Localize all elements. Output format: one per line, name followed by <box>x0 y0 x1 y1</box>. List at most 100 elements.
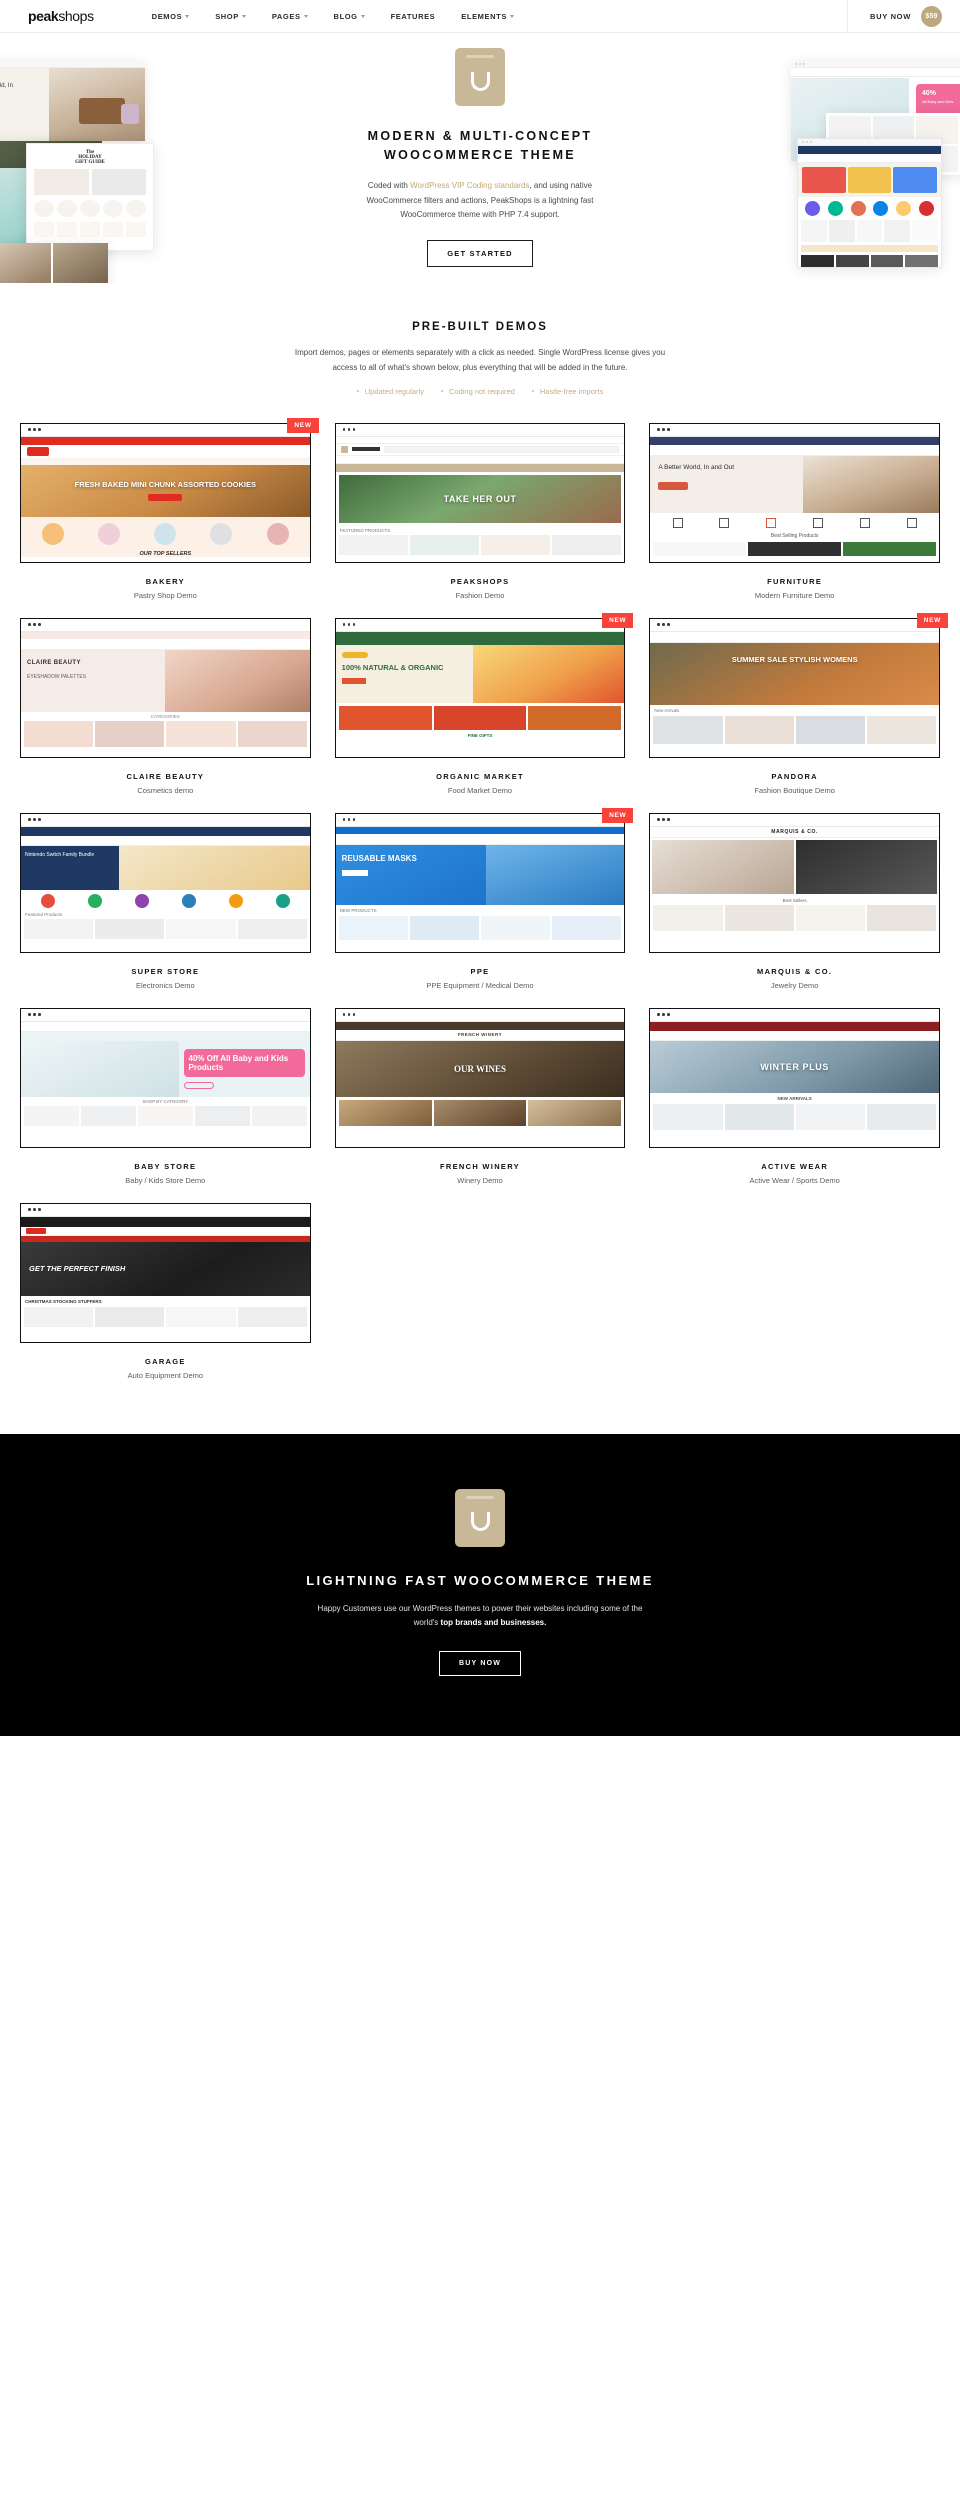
demo-preview-super-store[interactable]: Nintendo Switch Family Bundle Featured P… <box>20 812 311 953</box>
demo-name-garage[interactable]: GARAGE <box>20 1357 311 1366</box>
demo-headline-ppe: REUSABLE MASKS <box>341 853 417 863</box>
demo-card-claire-beauty: CLAIRE BEAUTY EYESHADOW PALETTES CATEGOR… <box>20 617 311 795</box>
header-actions: BUY NOW $59 <box>846 0 960 33</box>
get-started-button[interactable]: GET STARTED <box>427 240 533 268</box>
demo-sub-baby-store: Baby / Kids Store Demo <box>125 1175 206 1185</box>
nav-label-blog: BLOG <box>333 11 358 21</box>
hero-section: A Better World, Inand Out TheHOLIDAYGIFT… <box>0 33 960 283</box>
demo-headline-baby-store: 40% Off All Baby and Kids Products <box>188 1053 289 1072</box>
nav-item-features[interactable]: FEATURES <box>391 12 436 21</box>
demo-card-super-store: Nintendo Switch Family Bundle Featured P… <box>20 812 311 990</box>
demo-preview-peakshops[interactable]: TAKE HER OUT FEATURED PRODUCTS <box>334 422 626 563</box>
demo-name-baby-store[interactable]: BABY STORE <box>20 1162 311 1171</box>
demos-section-title: PRE-BUILT DEMOS <box>412 321 548 333</box>
nav-label-elements: ELEMENTS <box>461 11 507 21</box>
demo-headline-french-winery: OUR WINES <box>453 1063 507 1074</box>
demo-preview-ppe[interactable]: REUSABLE MASKS NEW PRODUCTS <box>334 812 626 953</box>
bullet-label-0: Updated regularly <box>364 386 424 396</box>
demo-footer-text-ppe: NEW PRODUCTS <box>339 907 377 913</box>
site-header: peakshops DEMOS SHOP PAGES BLOG FEATURES… <box>0 0 960 33</box>
demo-name-active-wear[interactable]: ACTIVE WEAR <box>649 1162 940 1171</box>
demo-name-pandora[interactable]: PANDORA <box>649 772 940 781</box>
demo-card-pandora: NEW SUMMER SALE STYLISH WOMENS New Arriv… <box>649 612 948 795</box>
demo-sub-french-winery: Winery Demo <box>457 1175 503 1185</box>
footer-title: LIGHTNING FAST WOOCOMMERCE THEME <box>306 1572 654 1588</box>
demo-sub-ppe: PPE Equipment / Medical Demo <box>426 980 534 990</box>
demo-footer-text-active-wear: NEW ARRIVALS <box>777 1095 812 1101</box>
chevron-down-icon <box>303 15 308 18</box>
footer-desc-bold: top brands and businesses. <box>440 1618 547 1628</box>
demo-name-claire-beauty[interactable]: CLAIRE BEAUTY <box>20 772 311 781</box>
nav-item-blog[interactable]: BLOG <box>334 12 365 21</box>
demo-sub-peakshops: Fashion Demo <box>455 590 505 600</box>
demo-sub-garage: Auto Equipment Demo <box>127 1370 204 1380</box>
bag-u-glyph <box>470 71 490 91</box>
wordpress-vip-link[interactable]: WordPress VIP Coding standards <box>410 181 529 190</box>
demo-name-french-winery[interactable]: FRENCH WINERY <box>335 1162 626 1171</box>
demo-sub-active-wear: Active Wear / Sports Demo <box>749 1175 840 1185</box>
hero-title-line2: WOOCOMMERCE THEME <box>384 148 576 163</box>
footer-shopping-bag-logo-icon <box>455 1488 505 1547</box>
main-navigation: DEMOS SHOP PAGES BLOG FEATURES ELEMENTS <box>152 12 514 21</box>
demo-card-organic-market: NEW 100% NATURAL & ORGANIC FINE GIFTS OR… <box>334 612 634 795</box>
price-badge[interactable]: $59 <box>921 5 942 27</box>
footer-description: Happy Customers use our WordPress themes… <box>315 1602 645 1632</box>
footer-buy-now-button[interactable]: BUY NOW <box>438 1651 522 1677</box>
bullet-dot-icon <box>440 390 443 393</box>
demo-preview-french-winery[interactable]: FRENCH WINERY OUR WINES <box>334 1007 626 1148</box>
demo-footer-text-marquis: Best Sellers <box>782 897 807 903</box>
nav-label-pages: PAGES <box>271 11 301 21</box>
demo-footer-text-organic-market: FINE GIFTS <box>467 732 493 738</box>
demo-sub-pandora: Fashion Boutique Demo <box>754 785 835 795</box>
new-badge: NEW <box>602 612 634 628</box>
demo-preview-furniture[interactable]: A Better World, In and Out Best Selling … <box>649 422 940 563</box>
demo-preview-marquis[interactable]: MARQUIS & CO. Best Sellers <box>649 812 940 953</box>
demo-footer-text-baby-store: SHOP BY CATEGORY <box>142 1098 189 1104</box>
demo-headline-marquis: MARQUIS & CO. <box>771 828 818 835</box>
new-badge: NEW <box>916 612 948 628</box>
demo-headline-claire-beauty: EYESHADOW PALETTES <box>27 673 87 680</box>
demo-name-super-store[interactable]: SUPER STORE <box>20 967 311 976</box>
demo-headline-peakshops: TAKE HER OUT <box>443 493 517 504</box>
demo-footer-text-garage: CHRISTMAS STOCKING STUFFERS <box>25 1298 102 1304</box>
demo-headline-active-wear: WINTER PLUS <box>760 1061 829 1072</box>
demo-name-furniture[interactable]: FURNITURE <box>649 577 940 586</box>
bullet-dot-icon <box>356 390 359 393</box>
demo-preview-baby-store[interactable]: 40% Off All Baby and Kids Products SHOP … <box>20 1007 311 1148</box>
demo-name-ppe[interactable]: PPE <box>335 967 626 976</box>
demo-sub-organic-market: Food Market Demo <box>447 785 513 795</box>
demo-sub-furniture: Modern Furniture Demo <box>754 590 835 600</box>
demo-footer-text-peakshops: FEATURED PRODUCTS <box>339 527 391 533</box>
nav-item-pages[interactable]: PAGES <box>272 12 308 21</box>
site-logo[interactable]: peakshops <box>28 8 94 24</box>
demo-name-marquis[interactable]: MARQUIS & CO. <box>649 967 940 976</box>
demo-sub-super-store: Electronics Demo <box>135 980 195 990</box>
demo-name-peakshops[interactable]: PEAKSHOPS <box>335 577 626 586</box>
bullet-coding-not-required: Coding not required <box>440 387 515 396</box>
demo-preview-organic-market[interactable]: 100% NATURAL & ORGANIC FINE GIFTS <box>334 617 626 758</box>
new-badge: NEW <box>287 417 319 433</box>
demo-name-organic-market[interactable]: ORGANIC MARKET <box>335 772 626 781</box>
nav-item-demos[interactable]: DEMOS <box>152 12 190 21</box>
demos-feature-bullets: Updated regularly Coding not required Ha… <box>0 387 960 396</box>
demos-section-description: Import demos, pages or elements separate… <box>294 348 666 372</box>
demo-preview-claire-beauty[interactable]: CLAIRE BEAUTY EYESHADOW PALETTES CATEGOR… <box>20 617 311 758</box>
chevron-down-icon <box>241 15 246 18</box>
nav-item-shop[interactable]: SHOP <box>215 12 246 21</box>
demo-preview-bakery[interactable]: FRESH BAKED MINI CHUNK ASSORTED COOKIES … <box>20 422 311 563</box>
demo-footer-text-claire-beauty: CATEGORIES <box>150 713 180 719</box>
bullet-dot-icon <box>531 390 534 393</box>
nav-item-elements[interactable]: ELEMENTS <box>461 12 514 21</box>
demo-card-peakshops: TAKE HER OUT FEATURED PRODUCTS PEAKSHOPS… <box>334 422 626 600</box>
demo-preview-garage[interactable]: GET THE PERFECT FINISH CHRISTMAS STOCKIN… <box>20 1202 311 1343</box>
demo-card-marquis: MARQUIS & CO. Best Sellers MARQUIS & CO.… <box>649 812 940 990</box>
demo-card-bakery: NEW FRESH BAKED MINI CHUNK ASSORTED COOK… <box>20 417 319 600</box>
demo-headline-pandora: SUMMER SALE STYLISH WOMENS <box>731 654 858 664</box>
demo-name-bakery[interactable]: BAKERY <box>20 577 311 586</box>
demo-preview-pandora[interactable]: SUMMER SALE STYLISH WOMENS New Arrivals <box>649 617 940 758</box>
header-buy-now-link[interactable]: BUY NOW <box>870 12 911 21</box>
nav-label-shop: SHOP <box>215 11 239 21</box>
demos-grid: NEW FRESH BAKED MINI CHUNK ASSORTED COOK… <box>20 417 948 1398</box>
nav-label-features: FEATURES <box>390 11 436 21</box>
demo-preview-active-wear[interactable]: WINTER PLUS NEW ARRIVALS <box>649 1007 940 1148</box>
